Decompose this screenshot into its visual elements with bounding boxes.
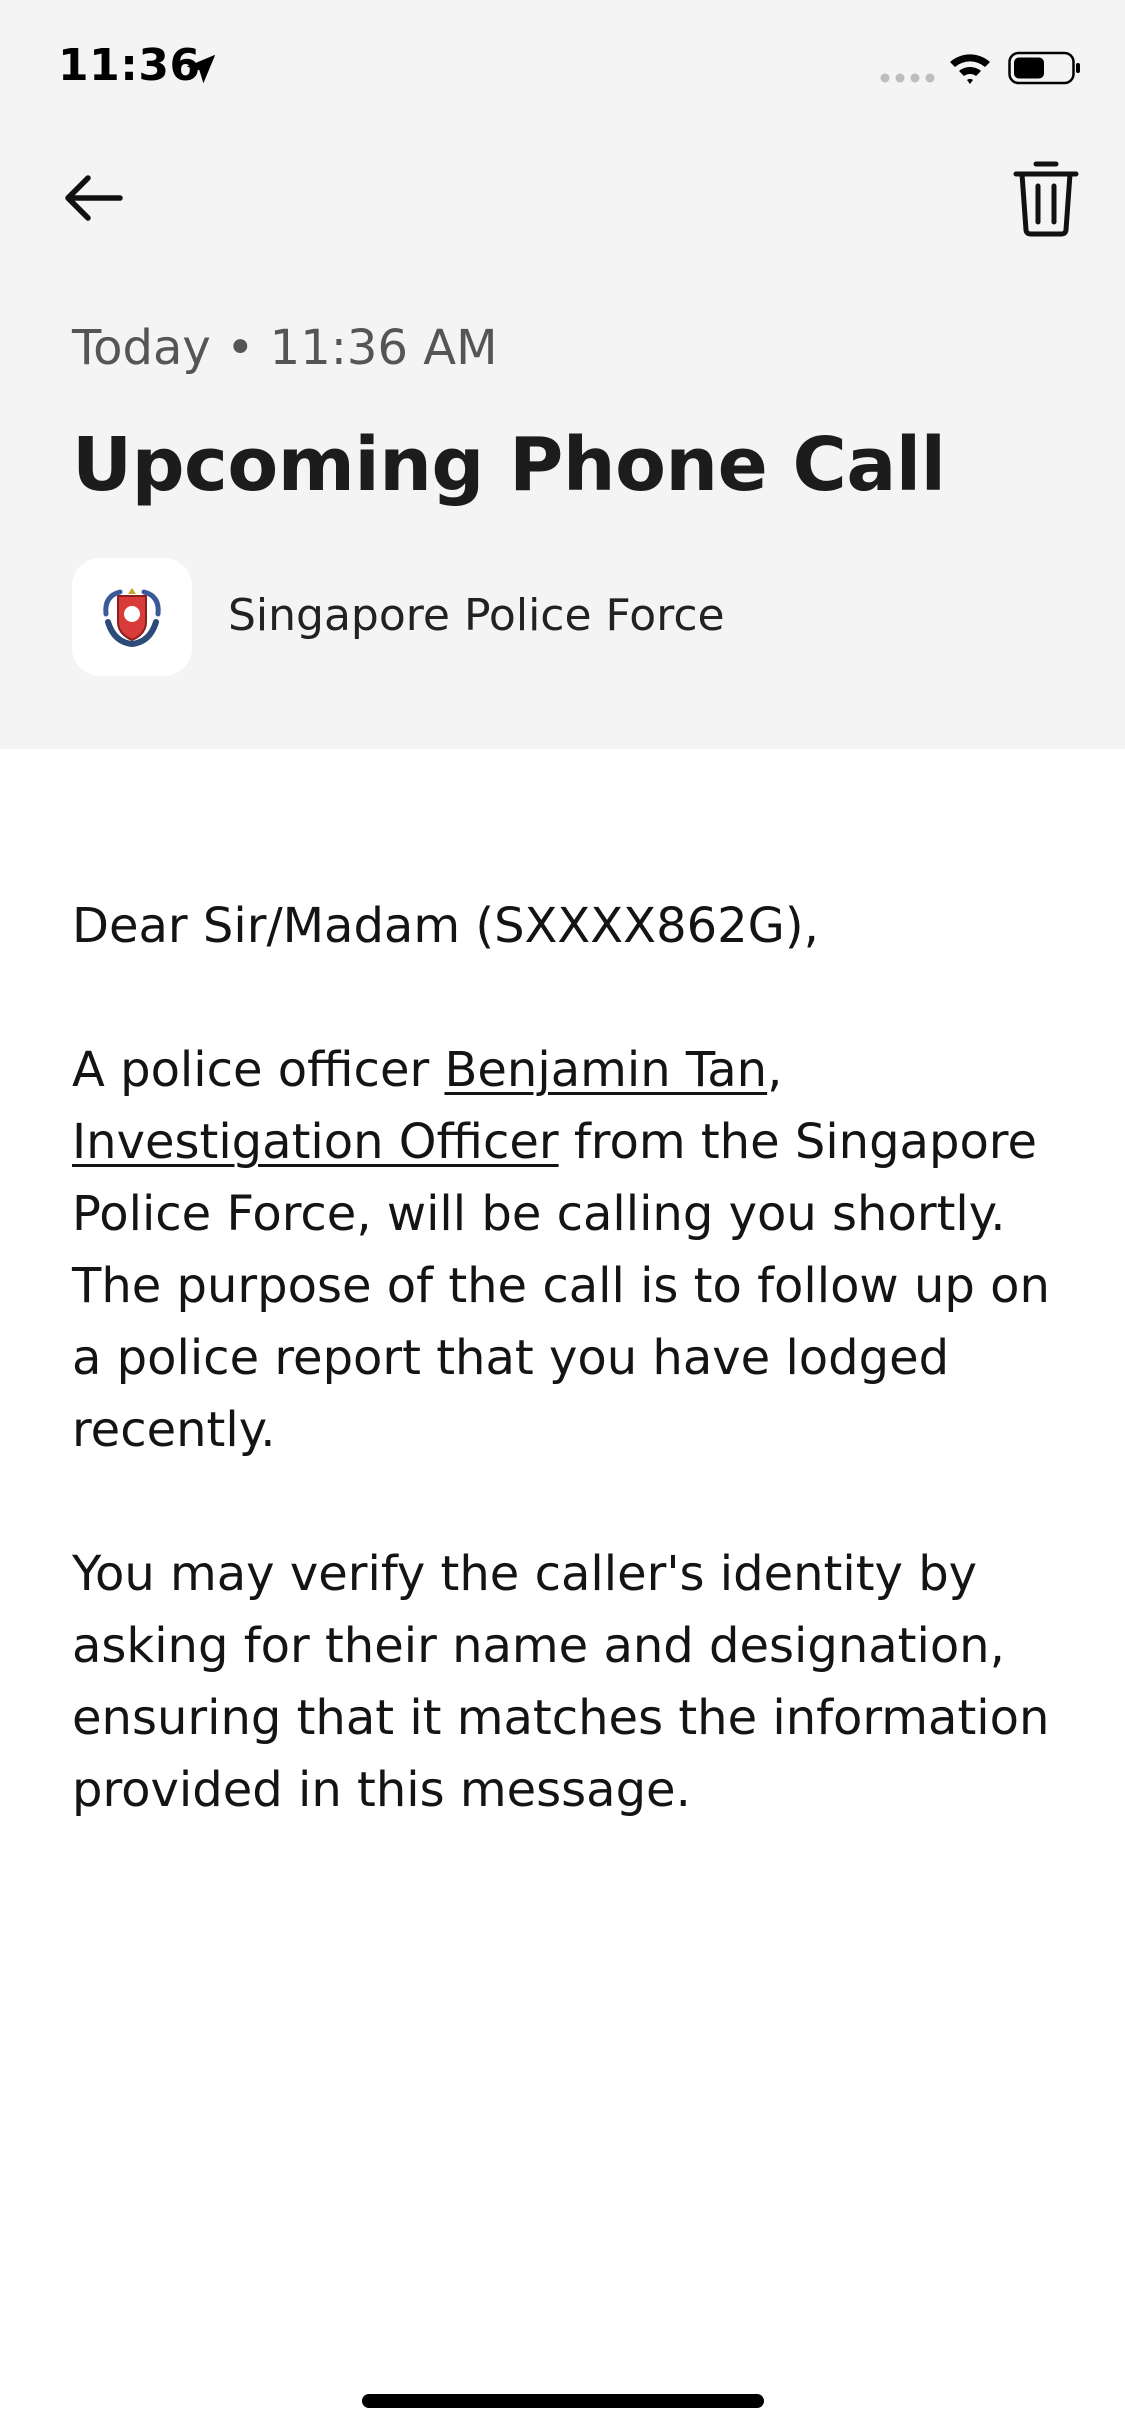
officer-name-link[interactable]: Benjamin Tan [444, 1042, 767, 1098]
cellular-signal-icon [880, 73, 935, 83]
sender-avatar [72, 558, 192, 676]
trash-icon [1013, 161, 1079, 237]
message-timestamp: Today • 11:36 AM [72, 320, 498, 376]
sender-name: Singapore Police Force [228, 590, 725, 641]
message-greeting: Dear Sir/Madam (SXXXX862G), [72, 898, 819, 954]
home-indicator[interactable] [362, 2394, 764, 2408]
arrow-left-icon [65, 175, 123, 221]
location-arrow-icon [186, 54, 216, 84]
message-body: Dear Sir/Madam (SXXXX862G), A police off… [72, 890, 1072, 1898]
paragraph-text: A police officer [72, 1042, 445, 1098]
back-button[interactable] [56, 160, 132, 236]
page-title: Upcoming Phone Call [72, 422, 946, 508]
wifi-icon [950, 54, 990, 84]
battery-icon [1008, 51, 1080, 85]
message-paragraph-1: A police officer Benjamin Tan, Investigat… [72, 1034, 1072, 1466]
police-crest-icon [103, 588, 161, 648]
message-paragraph-2: You may verify the caller's identity by … [72, 1546, 1050, 1818]
officer-designation-link[interactable]: Investigation Officer [72, 1114, 559, 1170]
paragraph-text: , [767, 1042, 783, 1098]
delete-button[interactable] [1008, 156, 1084, 240]
status-time: 11:36 [58, 40, 201, 91]
